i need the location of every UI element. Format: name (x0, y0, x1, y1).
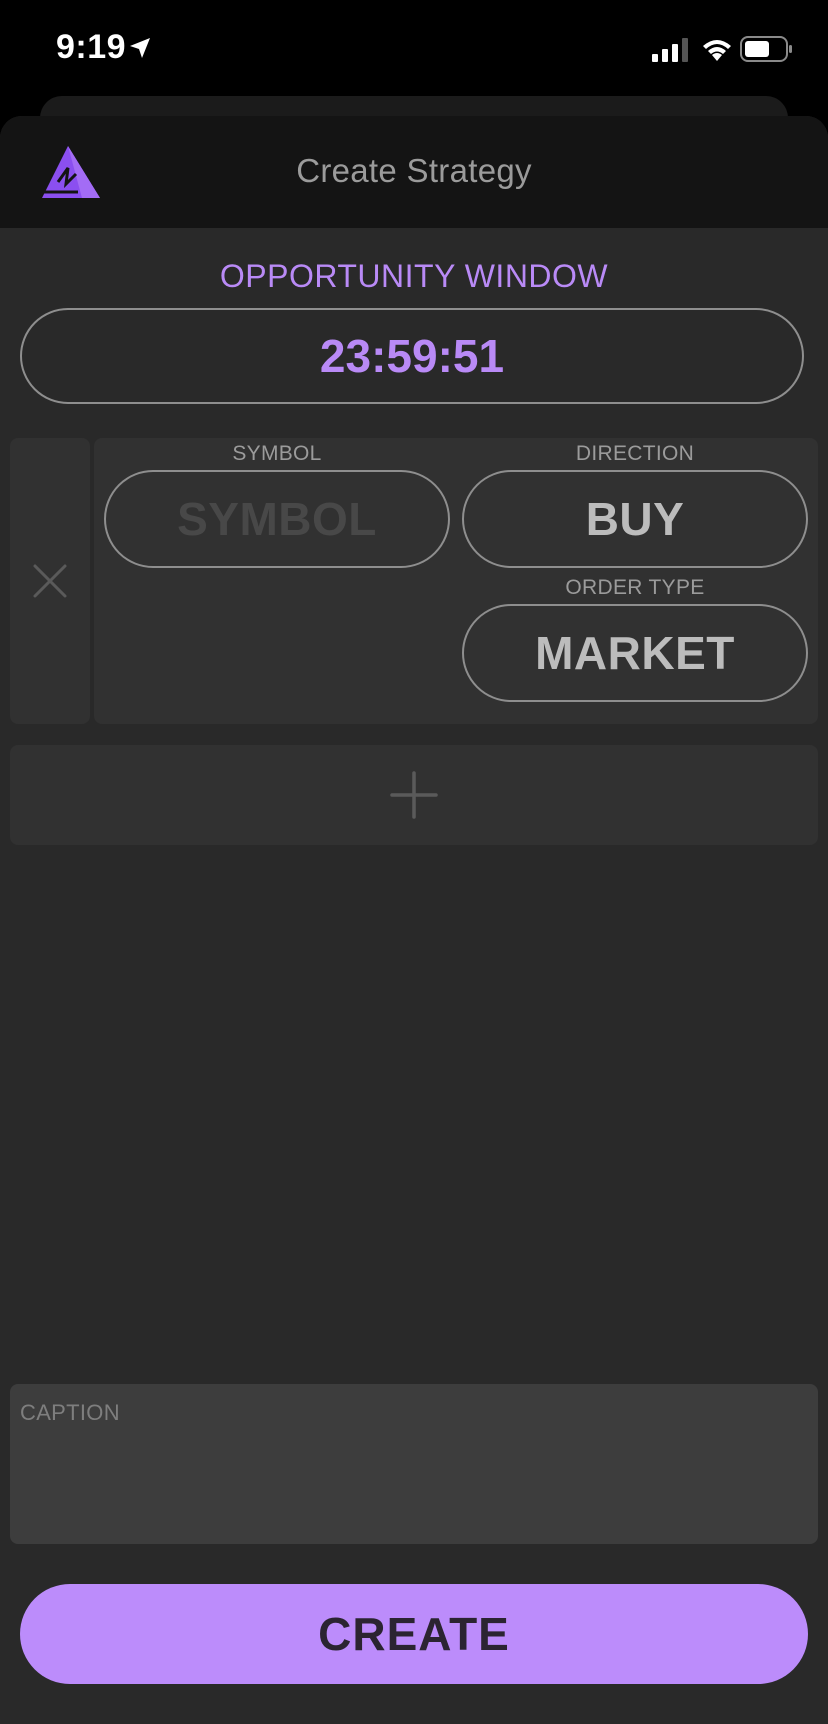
order-type-label: ORDER TYPE (565, 576, 705, 599)
plus-icon (390, 771, 438, 819)
create-button[interactable]: CREATE (20, 1584, 808, 1684)
status-time: 9:19 (56, 28, 127, 66)
direction-button[interactable]: BUY (462, 470, 808, 568)
status-bar: 9:19 (0, 0, 828, 96)
page-title: Create Strategy (296, 152, 532, 189)
location-arrow-icon (130, 38, 150, 58)
add-leg-button[interactable] (10, 745, 818, 845)
create-strategy-sheet: Create Strategy OPPORTUNITY WINDOW 23:59… (0, 116, 828, 1724)
symbol-input[interactable]: SYMBOL (104, 470, 450, 568)
signal-icon (652, 38, 688, 62)
opportunity-window-timer[interactable]: 23:59:51 (20, 308, 804, 404)
order-type-button[interactable]: MARKET (462, 604, 808, 702)
wifi-icon (703, 40, 731, 61)
caption-field[interactable]: CAPTION (10, 1384, 818, 1544)
opportunity-window-label: OPPORTUNITY WINDOW (219, 258, 609, 294)
remove-leg-button[interactable] (10, 438, 90, 724)
strategy-leg-card: SYMBOL SYMBOL DIRECTION BUY ORDER TYPE M… (94, 438, 818, 724)
direction-label: DIRECTION (575, 442, 695, 465)
close-icon (33, 564, 67, 598)
caption-placeholder: CAPTION (20, 1400, 120, 1425)
header: Create Strategy (0, 116, 828, 228)
battery-icon (740, 36, 792, 62)
symbol-label: SYMBOL (232, 442, 322, 465)
